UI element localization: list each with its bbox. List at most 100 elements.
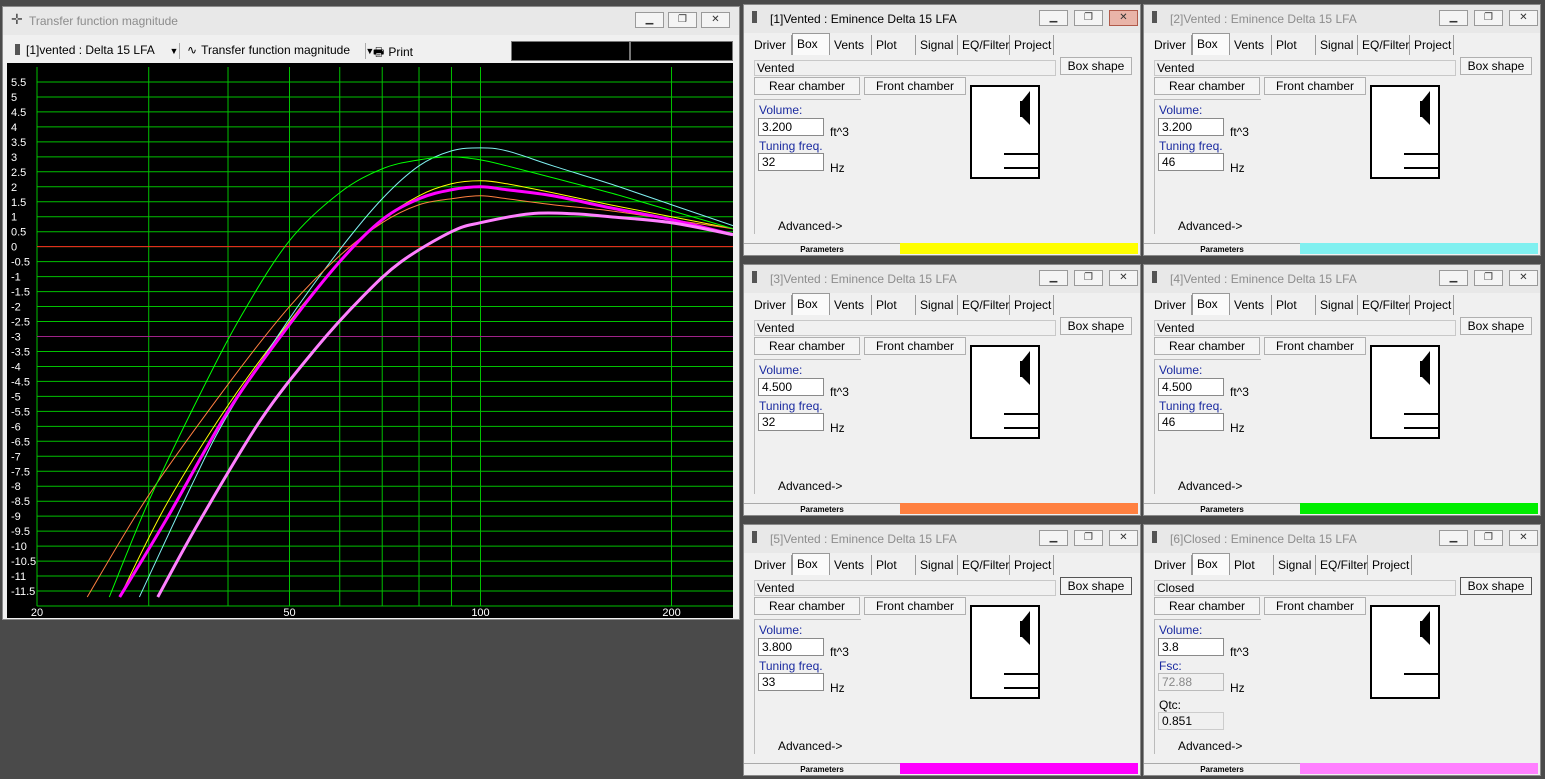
tab-project[interactable]: Project — [1010, 35, 1054, 55]
plot-select[interactable]: ∿ Transfer function magnitude ▼ — [187, 43, 374, 57]
box-shape-button[interactable]: Box shape — [1060, 317, 1132, 335]
tab-vents[interactable]: Vents — [830, 295, 872, 315]
tab-eq-filter[interactable]: EQ/Filter — [958, 555, 1010, 575]
tuning-input[interactable]: 46 — [1158, 413, 1224, 431]
tab-driver[interactable]: Driver — [1150, 35, 1192, 55]
panel-titlebar[interactable]: [6]Closed : Eminence Delta 15 LFA ▁ ❐ ✕ — [1144, 525, 1540, 553]
tab-signal[interactable]: Signal — [916, 35, 958, 55]
front-chamber-button[interactable]: Front chamber — [1264, 77, 1366, 95]
tab-project[interactable]: Project — [1010, 555, 1054, 575]
minimize-button[interactable]: ▁ — [1039, 10, 1068, 26]
tuning-input[interactable]: 32 — [758, 153, 824, 171]
tab-signal[interactable]: Signal — [1316, 35, 1358, 55]
transfer-function-chart[interactable]: 5.5 5 4.5 4 3.5 3 2.5 2 1.5 1 0.5 0 -0.5 -1 -1.5 -2 -2.5… — [7, 63, 733, 618]
advanced-link[interactable]: Advanced-> — [778, 479, 842, 493]
restore-button[interactable]: ❐ — [1474, 530, 1503, 546]
panel-titlebar[interactable]: [5]Vented : Eminence Delta 15 LFA ▁ ❐ ✕ — [744, 525, 1140, 553]
tuning-input[interactable]: 46 — [1158, 153, 1224, 171]
tab-vents[interactable]: Vents — [1230, 35, 1272, 55]
graph-titlebar[interactable]: ✛ Transfer function magnitude ▁ ❐ ✕ — [3, 7, 739, 35]
tab-signal[interactable]: Signal — [916, 555, 958, 575]
restore-button[interactable]: ❐ — [1474, 10, 1503, 26]
tab-eq-filter[interactable]: EQ/Filter — [1316, 555, 1368, 575]
minimize-button[interactable]: ▁ — [1439, 270, 1468, 286]
fsc-input[interactable]: 72.88 — [1158, 673, 1224, 691]
tab-eq-filter[interactable]: EQ/Filter — [1358, 295, 1410, 315]
tab-eq-filter[interactable]: EQ/Filter — [958, 295, 1010, 315]
restore-button[interactable]: ❐ — [668, 12, 697, 28]
restore-button[interactable]: ❐ — [1074, 530, 1103, 546]
tab-box[interactable]: Box — [1192, 293, 1230, 315]
advanced-link[interactable]: Advanced-> — [778, 219, 842, 233]
close-button[interactable]: ✕ — [701, 12, 730, 28]
tab-project[interactable]: Project — [1410, 35, 1454, 55]
advanced-link[interactable]: Advanced-> — [778, 739, 842, 753]
volume-input[interactable]: 4.500 — [758, 378, 824, 396]
tab-plot[interactable]: Plot — [1272, 295, 1316, 315]
panel-titlebar[interactable]: [4]Vented : Eminence Delta 15 LFA ▁ ❐ ✕ — [1144, 265, 1540, 293]
tab-plot[interactable]: Plot — [1272, 35, 1316, 55]
tab-plot[interactable]: Plot — [872, 295, 916, 315]
minimize-button[interactable]: ▁ — [1039, 530, 1068, 546]
print-button[interactable]: 🖶 Print — [373, 43, 413, 64]
advanced-link[interactable]: Advanced-> — [1178, 479, 1242, 493]
close-button[interactable]: ✕ — [1509, 270, 1538, 286]
front-chamber-button[interactable]: Front chamber — [864, 337, 966, 355]
tab-driver[interactable]: Driver — [1150, 295, 1192, 315]
minimize-button[interactable]: ▁ — [635, 12, 664, 28]
volume-input[interactable]: 3.200 — [758, 118, 824, 136]
driver-select[interactable]: [1]vented : Delta 15 LFA ▼ — [15, 43, 178, 57]
rear-chamber-button[interactable]: Rear chamber — [1154, 77, 1260, 95]
panel-titlebar[interactable]: [2]Vented : Eminence Delta 15 LFA ▁ ❐ ✕ — [1144, 5, 1540, 33]
box-shape-button[interactable]: Box shape — [1060, 577, 1132, 595]
minimize-button[interactable]: ▁ — [1039, 270, 1068, 286]
tab-plot[interactable]: Plot — [872, 35, 916, 55]
tab-eq-filter[interactable]: EQ/Filter — [1358, 35, 1410, 55]
restore-button[interactable]: ❐ — [1074, 10, 1103, 26]
minimize-button[interactable]: ▁ — [1439, 10, 1468, 26]
restore-button[interactable]: ❐ — [1474, 270, 1503, 286]
rear-chamber-button[interactable]: Rear chamber — [1154, 337, 1260, 355]
minimize-button[interactable]: ▁ — [1439, 530, 1468, 546]
tab-project[interactable]: Project — [1368, 555, 1412, 575]
tab-box[interactable]: Box — [1192, 553, 1230, 575]
tab-project[interactable]: Project — [1410, 295, 1454, 315]
close-button[interactable]: ✕ — [1109, 270, 1138, 286]
tab-eq-filter[interactable]: EQ/Filter — [958, 35, 1010, 55]
tab-signal[interactable]: Signal — [1316, 295, 1358, 315]
rear-chamber-button[interactable]: Rear chamber — [754, 337, 860, 355]
tab-box[interactable]: Box — [792, 553, 830, 575]
panel-titlebar[interactable]: [1]Vented : Eminence Delta 15 LFA ▁ ❐ ✕ — [744, 5, 1140, 33]
volume-input[interactable]: 3.200 — [1158, 118, 1224, 136]
box-shape-button[interactable]: Box shape — [1460, 577, 1532, 595]
tab-plot[interactable]: Plot — [872, 555, 916, 575]
tuning-input[interactable]: 32 — [758, 413, 824, 431]
volume-input[interactable]: 3.8 — [1158, 638, 1224, 656]
front-chamber-button[interactable]: Front chamber — [1264, 337, 1366, 355]
tab-driver[interactable]: Driver — [750, 555, 792, 575]
close-button[interactable]: ✕ — [1109, 10, 1138, 26]
volume-input[interactable]: 3.800 — [758, 638, 824, 656]
tab-plot[interactable]: Plot — [1230, 555, 1274, 575]
tab-vents[interactable]: Vents — [830, 555, 872, 575]
volume-input[interactable]: 4.500 — [1158, 378, 1224, 396]
advanced-link[interactable]: Advanced-> — [1178, 739, 1242, 753]
tuning-input[interactable]: 33 — [758, 673, 824, 691]
rear-chamber-button[interactable]: Rear chamber — [1154, 597, 1260, 615]
close-button[interactable]: ✕ — [1509, 10, 1538, 26]
front-chamber-button[interactable]: Front chamber — [864, 77, 966, 95]
box-shape-button[interactable]: Box shape — [1060, 57, 1132, 75]
tab-box[interactable]: Box — [792, 293, 830, 315]
tab-box[interactable]: Box — [1192, 33, 1230, 55]
close-button[interactable]: ✕ — [1509, 530, 1538, 546]
panel-titlebar[interactable]: [3]Vented : Eminence Delta 15 LFA ▁ ❐ ✕ — [744, 265, 1140, 293]
tab-project[interactable]: Project — [1010, 295, 1054, 315]
front-chamber-button[interactable]: Front chamber — [864, 597, 966, 615]
advanced-link[interactable]: Advanced-> — [1178, 219, 1242, 233]
restore-button[interactable]: ❐ — [1074, 270, 1103, 286]
tab-box[interactable]: Box — [792, 33, 830, 55]
rear-chamber-button[interactable]: Rear chamber — [754, 597, 860, 615]
tab-vents[interactable]: Vents — [830, 35, 872, 55]
close-button[interactable]: ✕ — [1109, 530, 1138, 546]
tab-vents[interactable]: Vents — [1230, 295, 1272, 315]
